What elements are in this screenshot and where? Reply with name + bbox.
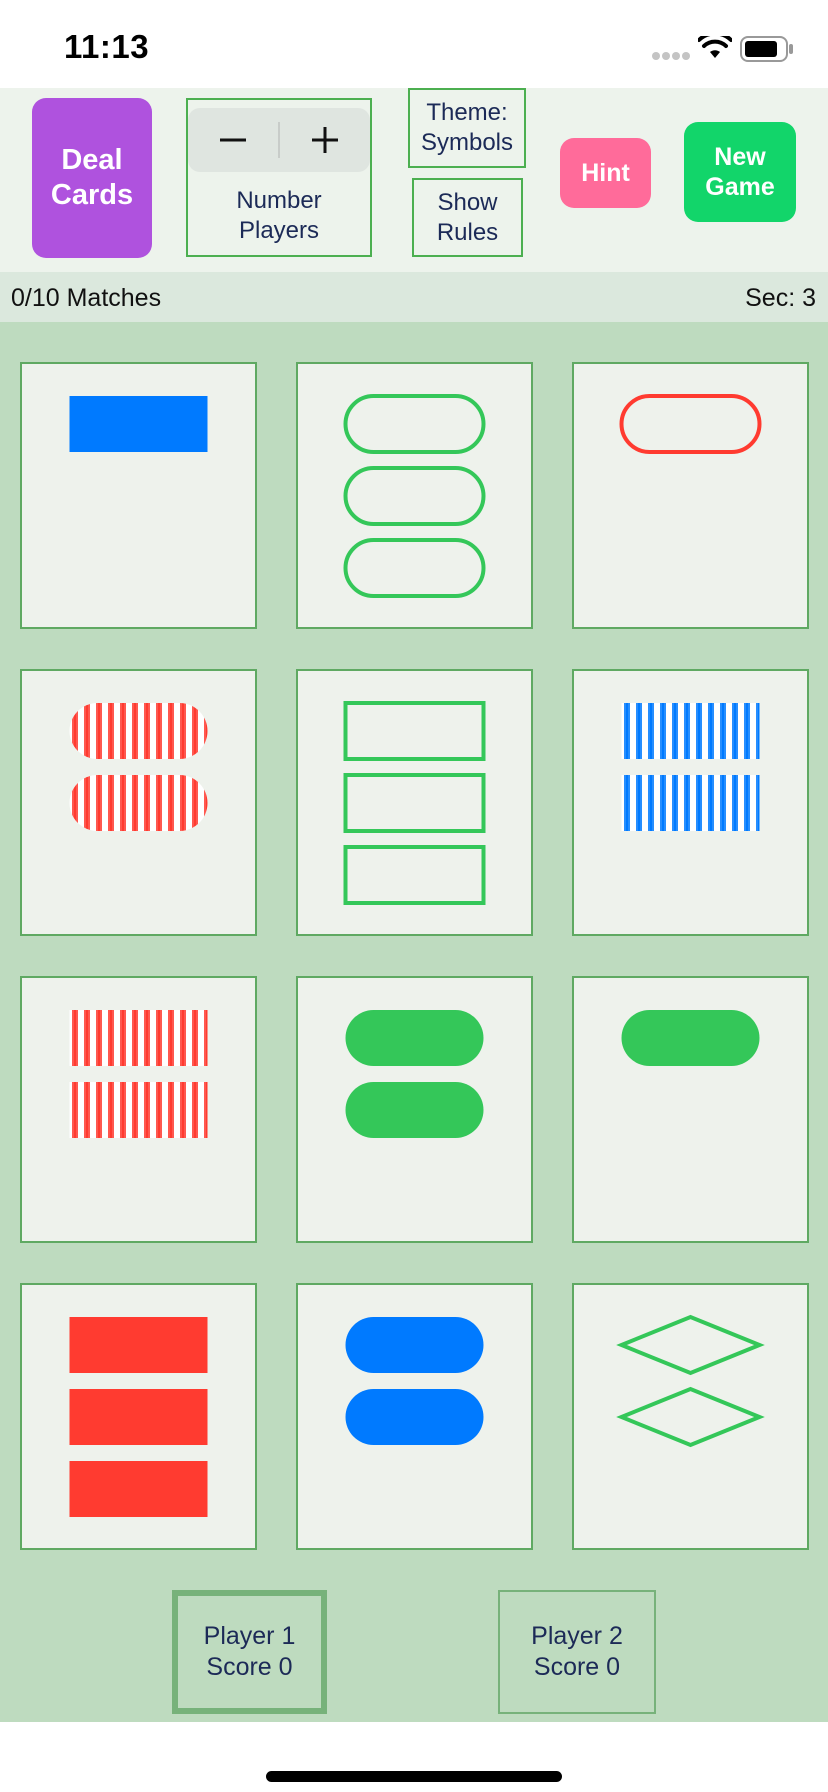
- card-1-symbols: [69, 396, 208, 452]
- card-3[interactable]: [572, 362, 809, 629]
- card-7[interactable]: [20, 976, 257, 1243]
- home-area: [0, 1722, 828, 1792]
- number-players-label: Number Players: [236, 187, 322, 244]
- player-2-score[interactable]: Player 2 Score 0: [498, 1590, 656, 1714]
- player-1-score[interactable]: Player 1 Score 0: [172, 1590, 327, 1714]
- rectangle-symbol: [621, 703, 760, 759]
- capsule-symbol: [619, 394, 762, 454]
- diamond-symbol: [616, 1386, 765, 1448]
- wifi-icon: [698, 36, 732, 58]
- rectangle-symbol: [69, 1461, 208, 1517]
- card-10-symbols: [69, 1317, 208, 1517]
- capsule-symbol: [345, 1317, 484, 1373]
- rectangle-symbol: [343, 701, 486, 761]
- card-12-symbols: [616, 1314, 765, 1448]
- deal-cards-button[interactable]: Deal Cards: [32, 98, 152, 258]
- card-6-symbols: [621, 703, 760, 831]
- players-stepper[interactable]: [188, 108, 370, 172]
- hint-button[interactable]: Hint: [560, 138, 651, 208]
- rectangle-symbol: [69, 396, 208, 452]
- capsule-symbol: [343, 394, 486, 454]
- diamond-symbol: [616, 1314, 765, 1376]
- rectangle-symbol: [69, 1317, 208, 1373]
- capsule-symbol: [69, 703, 208, 759]
- minus-icon: [220, 138, 246, 142]
- card-7-symbols: [69, 1010, 208, 1138]
- card-5[interactable]: [296, 669, 533, 936]
- capsule-symbol: [621, 1010, 760, 1066]
- card-4[interactable]: [20, 669, 257, 936]
- capsule-symbol: [345, 1389, 484, 1445]
- new-game-button[interactable]: New Game: [684, 122, 796, 222]
- card-4-symbols: [69, 703, 208, 831]
- rectangle-symbol: [343, 845, 486, 905]
- rectangle-symbol: [69, 1082, 208, 1138]
- card-2[interactable]: [296, 362, 533, 629]
- app-root: 11:13 Deal Cards Number Players Theme: S…: [0, 0, 828, 1792]
- capsule-symbol: [343, 538, 486, 598]
- card-6[interactable]: [572, 669, 809, 936]
- capsule-symbol: [343, 466, 486, 526]
- info-bar: 0/10 Matches Sec: 3: [0, 272, 828, 322]
- number-players-control: Number Players: [186, 98, 372, 257]
- card-8-symbols: [345, 1010, 484, 1138]
- capsule-symbol: [69, 775, 208, 831]
- capsule-symbol: [345, 1082, 484, 1138]
- card-3-symbols: [619, 394, 762, 454]
- signal-dots-icon: [652, 52, 690, 60]
- card-2-symbols: [343, 394, 486, 598]
- matches-count: 0/10 Matches: [11, 284, 162, 312]
- home-indicator[interactable]: [266, 1771, 562, 1782]
- rectangle-symbol: [69, 1389, 208, 1445]
- rectangle-symbol: [343, 773, 486, 833]
- rectangle-symbol: [621, 775, 760, 831]
- card-10[interactable]: [20, 1283, 257, 1550]
- card-5-symbols: [343, 701, 486, 905]
- card-9-symbols: [621, 1010, 760, 1066]
- status-time: 11:13: [64, 28, 150, 65]
- theme-button[interactable]: Theme: Symbols: [408, 88, 526, 168]
- decrement-players-button[interactable]: [188, 108, 278, 172]
- card-1[interactable]: [20, 362, 257, 629]
- card-board: [0, 322, 828, 1722]
- card-11[interactable]: [296, 1283, 533, 1550]
- battery-icon: [740, 36, 793, 62]
- status-bar: 11:13: [0, 0, 828, 88]
- rectangle-symbol: [69, 1010, 208, 1066]
- increment-players-button[interactable]: [280, 108, 370, 172]
- card-11-symbols: [345, 1317, 484, 1445]
- toolbar: Deal Cards Number Players Theme: Symbols…: [0, 88, 828, 272]
- show-rules-button[interactable]: Show Rules: [412, 178, 523, 257]
- capsule-symbol: [345, 1010, 484, 1066]
- card-12[interactable]: [572, 1283, 809, 1550]
- timer: Sec: 3: [745, 284, 816, 312]
- card-9[interactable]: [572, 976, 809, 1243]
- plus-icon: [312, 127, 338, 153]
- card-8[interactable]: [296, 976, 533, 1243]
